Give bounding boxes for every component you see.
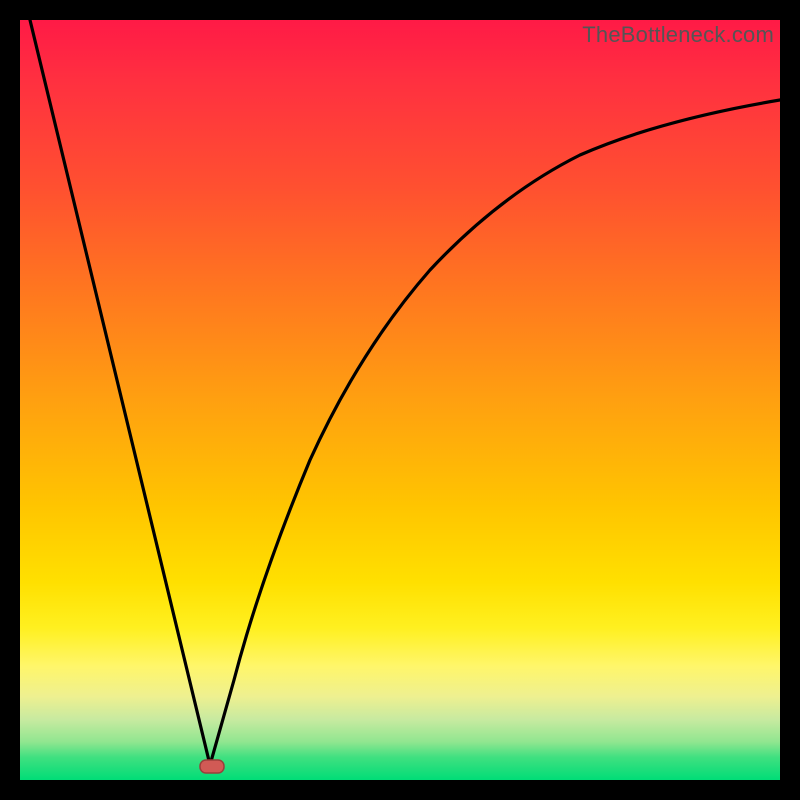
bottleneck-curve	[20, 20, 780, 780]
chart-frame: TheBottleneck.com	[0, 0, 800, 800]
curve-right-branch	[210, 100, 780, 765]
minimum-marker	[200, 760, 224, 773]
curve-left-branch	[30, 20, 210, 765]
plot-area: TheBottleneck.com	[20, 20, 780, 780]
